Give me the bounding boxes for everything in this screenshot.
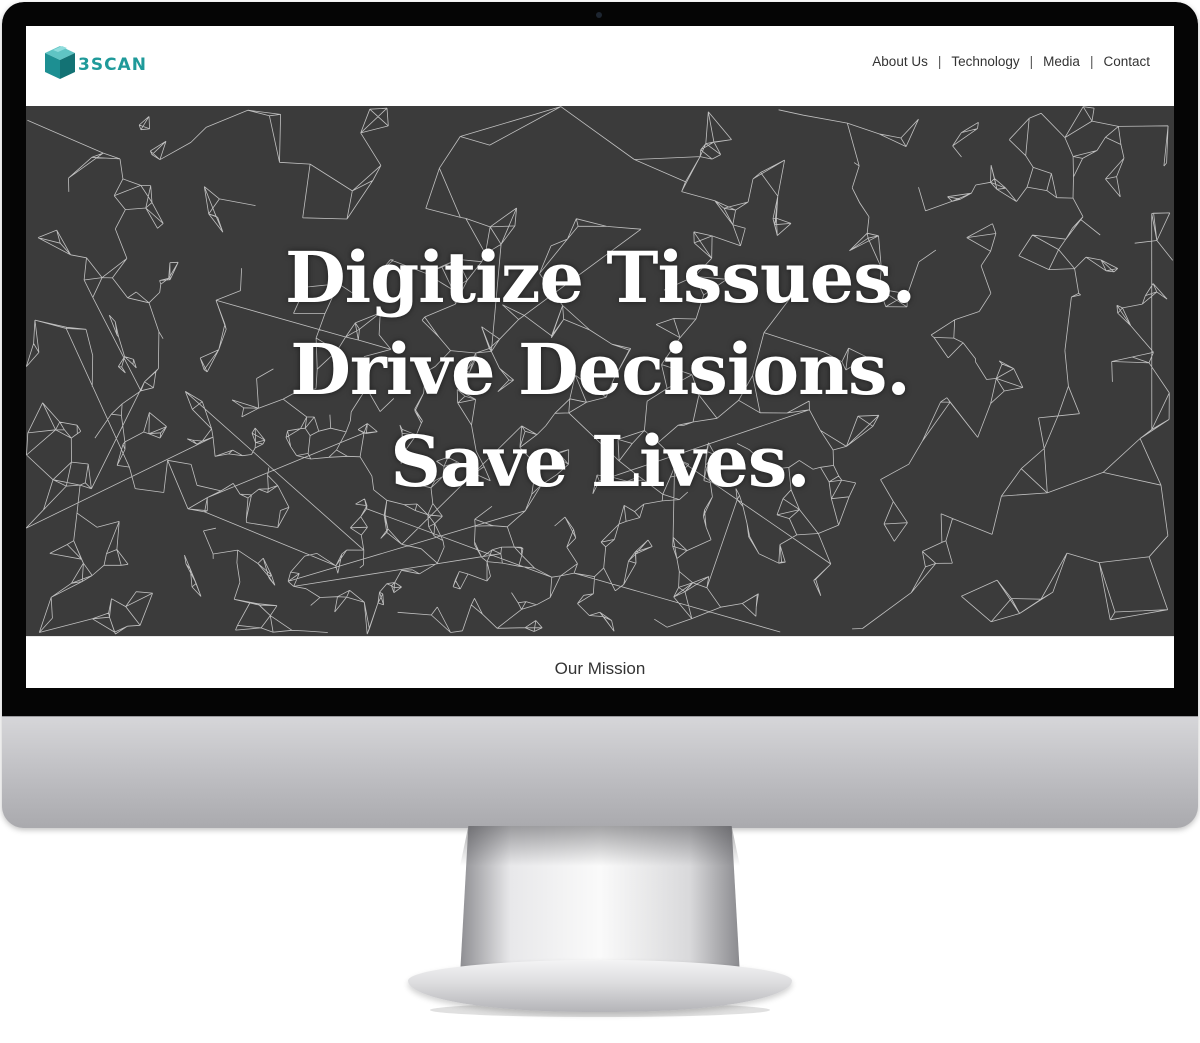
headline-line-3: Save Lives. [390,420,810,503]
cube-logo-icon [45,46,75,79]
monitor-stand-shadow [460,826,740,866]
site-header: 3SCAN About Us | Technology | Media | Co… [26,26,1174,106]
mission-section: Our Mission [26,636,1174,688]
logo-wordmark: 3SCAN [78,55,147,75]
monitor-chin [2,716,1198,828]
nav-separator: | [1029,54,1034,69]
nav-separator: | [937,54,942,69]
monitor-stand-foot [408,960,792,1012]
nav-media[interactable]: Media [1043,54,1080,69]
headline-line-2: Drive Decisions. [290,328,911,411]
headline-line-1: Digitize Tissues. [284,236,916,319]
logo-link[interactable]: 3SCAN [42,44,162,84]
camera-dot [596,12,602,18]
website-screen: 3SCAN About Us | Technology | Media | Co… [26,26,1174,688]
hero-banner: Digitize Tissues. Drive Decisions. Save … [26,106,1174,636]
nav-contact[interactable]: Contact [1103,54,1150,69]
our-mission-heading[interactable]: Our Mission [26,659,1174,679]
hero-headline: Digitize Tissues. Drive Decisions. Save … [26,232,1174,508]
nav-technology[interactable]: Technology [951,54,1019,69]
nav-separator: | [1089,54,1094,69]
main-nav: About Us | Technology | Media | Contact [872,54,1150,69]
nav-about-us[interactable]: About Us [872,54,928,69]
